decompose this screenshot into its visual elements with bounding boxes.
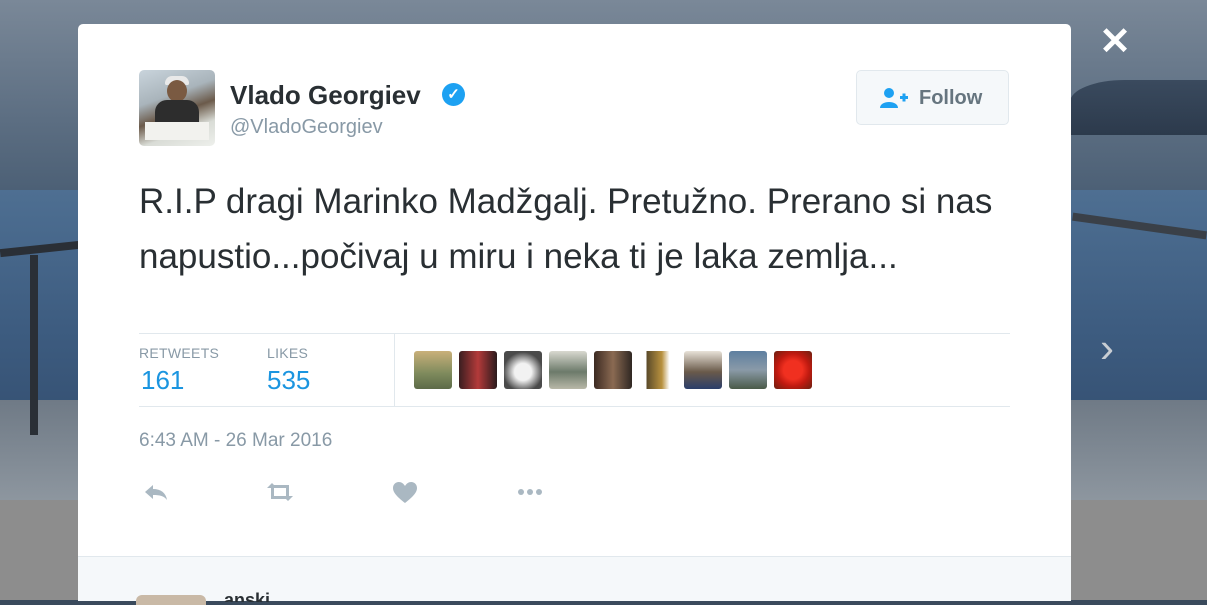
liker-avatar[interactable] — [774, 351, 812, 389]
retweet-icon[interactable] — [263, 476, 297, 508]
close-button[interactable]: ✕ — [1097, 23, 1133, 61]
verified-badge-icon: ✓ — [442, 83, 465, 106]
next-arrow-icon[interactable]: › — [1093, 327, 1121, 369]
divider — [394, 334, 395, 406]
avatar[interactable] — [139, 70, 215, 146]
liker-avatar[interactable] — [414, 351, 452, 389]
tweet-timestamp[interactable]: 6:43 AM - 26 Mar 2016 — [139, 430, 332, 452]
more-icon[interactable] — [513, 476, 547, 508]
liker-avatar[interactable] — [594, 351, 632, 389]
tweet-text: R.I.P dragi Marinko Madžgalj. Pretužno. … — [139, 182, 993, 276]
divider — [139, 333, 1010, 334]
likes-label: LIKES — [267, 345, 309, 361]
follow-label: Follow — [919, 87, 983, 109]
retweets-label: RETWEETS — [139, 345, 220, 361]
reply-strip: anski — [78, 556, 1071, 605]
heart-icon[interactable] — [388, 476, 422, 508]
reply-avatar[interactable] — [136, 595, 206, 605]
liker-avatar[interactable] — [549, 351, 587, 389]
user-name[interactable]: Vlado Georgiev — [230, 80, 421, 111]
liker-avatar[interactable] — [729, 351, 767, 389]
liker-avatar[interactable] — [459, 351, 497, 389]
user-handle[interactable]: @VladoGeorgiev — [230, 116, 383, 139]
reply-user-name[interactable]: anski — [224, 590, 270, 602]
background-railing-post — [30, 255, 38, 435]
tweet-card: Vlado Georgiev ✓ @VladoGeorgiev Follow R… — [78, 24, 1071, 605]
background-hills — [1070, 80, 1207, 135]
retweets-count[interactable]: 161 — [141, 365, 184, 396]
liker-avatar[interactable] — [639, 351, 677, 389]
liker-avatar[interactable] — [504, 351, 542, 389]
divider — [139, 406, 1010, 407]
reply-icon[interactable] — [139, 476, 173, 508]
liker-avatar[interactable] — [684, 351, 722, 389]
follow-button[interactable]: Follow — [856, 70, 1009, 125]
likes-count[interactable]: 535 — [267, 365, 310, 396]
add-user-icon — [880, 88, 908, 108]
